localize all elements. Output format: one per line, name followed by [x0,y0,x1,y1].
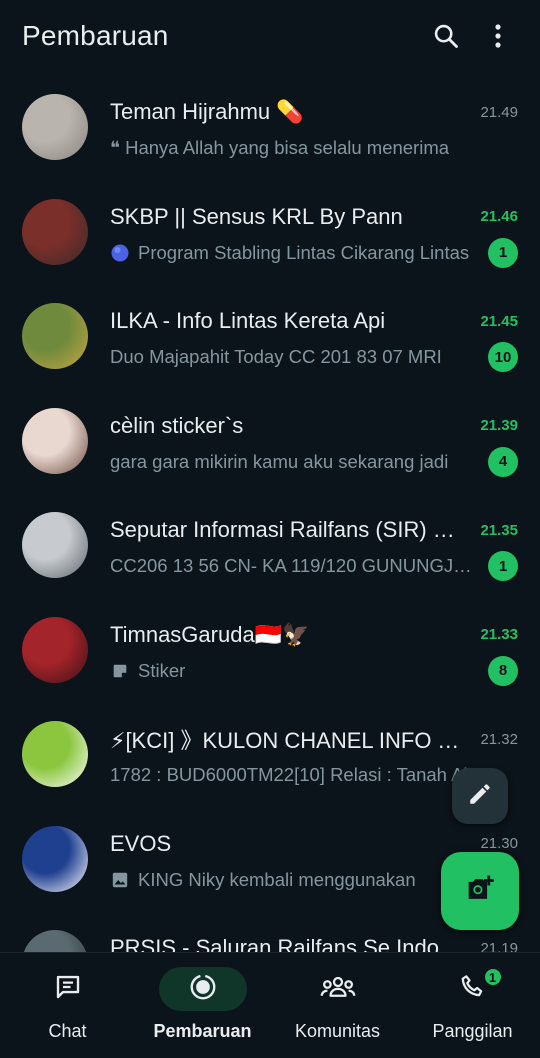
top-app-bar: Pembaruan [0,0,540,72]
channel-avatar[interactable] [22,512,88,578]
unread-badge: 4 [488,446,518,477]
channel-name: EVOS [110,830,172,856]
tab-panggilan[interactable]: 1 Panggilan [405,953,540,1058]
channel-preview-text: Stiker [138,659,186,681]
more-vertical-icon[interactable] [478,16,518,56]
channel-preview-text: Duo Majapahit Today CC 201 83 07 MRI [110,346,442,367]
channel-preview-text: Program Stabling Lintas Cikarang Lintas [138,241,470,263]
unread-badge: 1 [488,237,518,268]
channel-avatar[interactable] [22,721,88,787]
channel-time: 21.46 [480,208,518,225]
channel-time: 21.33 [480,626,518,643]
channel-row[interactable]: TimnasGaruda🇮🇩🦅 21.33 Stiker 8 [0,595,540,700]
tab-panggilan-label: Panggilan [432,1021,513,1041]
channel-avatar[interactable] [22,198,88,265]
updates-icon [188,972,218,1007]
channel-preview: CC206 13 56 CN- KA 119/120 GUNUNGJATI [110,555,488,577]
bottom-navigation: Chat Pembaruan Komunitas 1 Panggilan [0,952,540,1058]
channel-name: Seputar Informasi Railfans (SIR) Officia… [110,517,481,542]
communities-icon [319,972,357,1007]
channel-preview: Program Stabling Lintas Cikarang Lintas [110,242,488,264]
unread-badge: 1 [488,551,518,581]
tab-pembaruan-label: Pembaruan [153,1021,252,1041]
page-title: Pembaruan [22,20,169,51]
channel-time: 21.49 [480,103,518,121]
tab-komunitas[interactable]: Komunitas [270,953,405,1058]
new-photo-status-button[interactable] [441,852,519,930]
channel-row[interactable]: SKBP || Sensus KRL By Pann 21.46 Program… [0,177,540,282]
channel-preview-text: 1782 : BUD6000TM22[10] Relasi : Tanah Ab… [110,764,504,785]
channel-name: ⚡[KCI] 》KULON CHANEL INFO TRAIN [110,728,481,753]
channel-avatar[interactable] [22,407,88,474]
channel-preview: Stiker [110,660,488,682]
tab-komunitas-label: Komunitas [294,1021,381,1041]
tab-chat[interactable]: Chat [0,953,135,1058]
channel-preview-text: ❝ Hanya Allah yang bisa selalu menerima [110,137,450,158]
image-icon [110,870,130,890]
sticker-icon [110,661,130,681]
channel-row[interactable]: Teman Hijrahmu 💊 21.49 ❝ Hanya Allah yan… [0,72,540,177]
channel-preview: ❝ Hanya Allah yang bisa selalu menerima [110,137,518,159]
pencil-icon [467,781,493,812]
channel-time: 21.30 [480,835,518,852]
channel-row[interactable]: cèlin sticker`s 21.39 gara gara mikirin … [0,386,540,491]
camera-add-icon [463,872,497,911]
channel-name: cèlin sticker`s [110,412,244,438]
calls-badge: 1 [482,967,503,987]
channel-time: 21.32 [480,730,518,748]
unread-badge: 8 [488,655,518,686]
blue-circle-icon [110,243,130,263]
channel-avatar[interactable] [22,930,88,952]
channel-row[interactable]: ILKA - Info Lintas Kereta Api 21.45 Duo … [0,281,540,386]
channel-row[interactable]: Seputar Informasi Railfans (SIR) Officia… [0,490,540,595]
tab-chat-label: Chat [48,1021,87,1041]
channel-preview-text: KING Niky kembali menggunakan [138,868,416,890]
tab-pembaruan[interactable]: Pembaruan [135,953,270,1058]
channel-name: SKBP || Sensus KRL By Pann [110,203,403,229]
search-icon[interactable] [426,16,466,56]
unread-badge: 10 [488,342,518,372]
channel-avatar[interactable] [22,303,88,369]
channel-preview-text: gara gara mikirin kamu aku sekarang jadi [110,450,449,472]
channel-time: 21.35 [480,521,518,539]
channel-avatar[interactable] [22,616,88,683]
channel-name: ILKA - Info Lintas Kereta Api [110,308,386,333]
channel-preview: gara gara mikirin kamu aku sekarang jadi [110,451,488,473]
new-text-status-button[interactable] [452,768,508,824]
channel-name: TimnasGaruda🇮🇩🦅 [110,621,310,647]
channel-name: Teman Hijrahmu 💊 [110,99,304,124]
channel-time: 21.39 [480,417,518,434]
channel-preview-text: CC206 13 56 CN- KA 119/120 GUNUNGJATI [110,555,474,576]
channel-name: PRSIS - Saluran Railfans Se Indonesia [110,935,481,952]
channel-preview: Duo Majapahit Today CC 201 83 07 MRI [110,346,488,368]
channel-time: 21.19 [480,939,518,953]
channel-time: 21.45 [480,312,518,330]
channel-avatar[interactable] [22,94,88,160]
chat-icon [53,972,83,1007]
channel-avatar[interactable] [22,825,88,892]
